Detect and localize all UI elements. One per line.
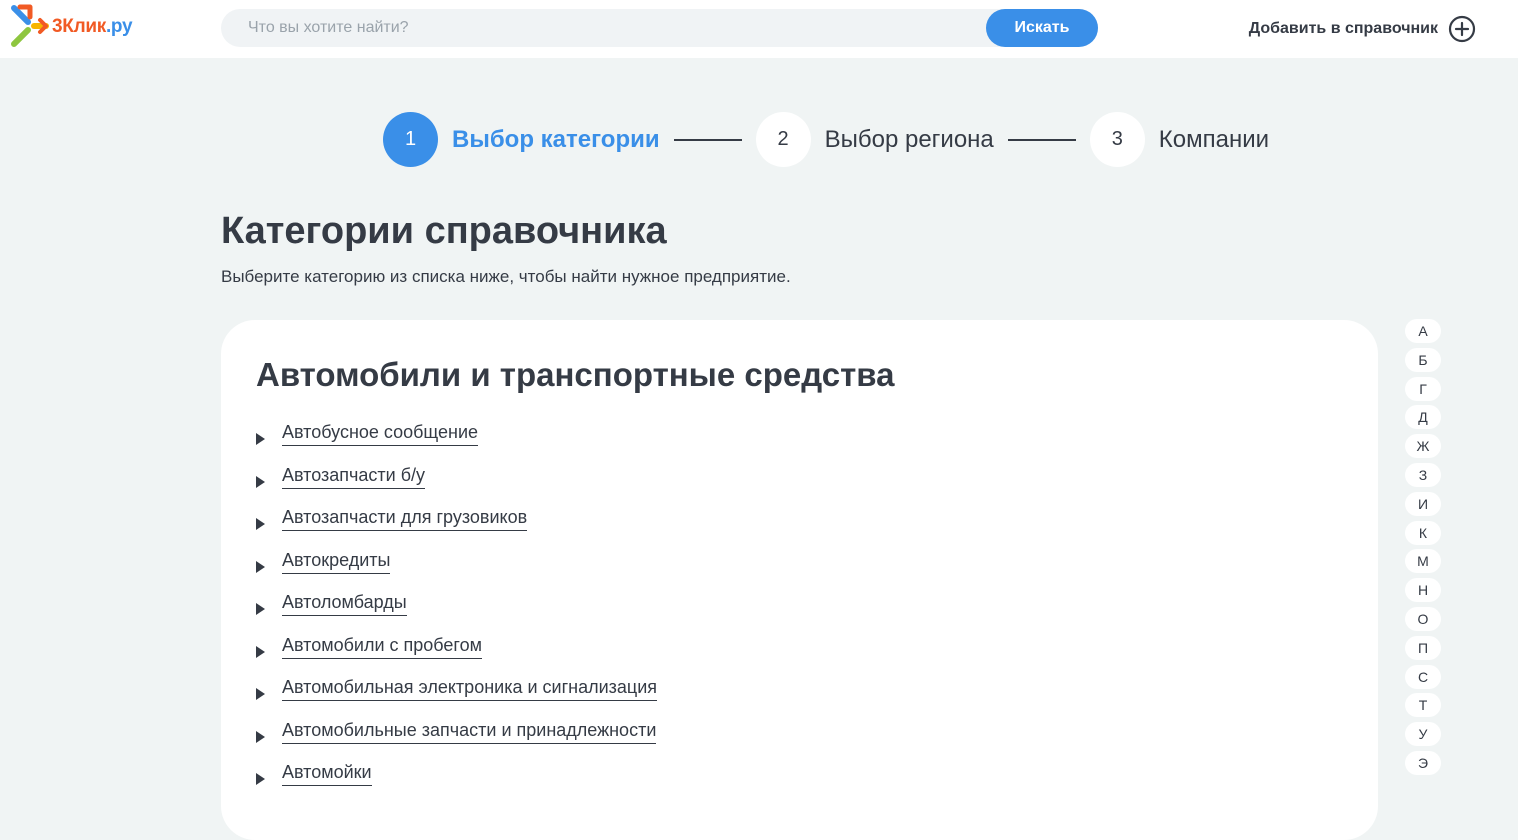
- triangle-right-icon: [256, 688, 265, 700]
- category-link[interactable]: Автомойки: [282, 762, 372, 786]
- add-to-directory-link[interactable]: Добавить в справочник: [1249, 14, 1476, 44]
- arrows-logo-icon: [11, 4, 49, 47]
- search-bar: Искать: [221, 9, 1098, 47]
- page-title: Категории справочника: [221, 210, 667, 252]
- triangle-right-icon: [256, 645, 265, 658]
- category-link[interactable]: Автозапчасти для грузовиков: [282, 507, 528, 531]
- triangle-right-icon: [256, 730, 265, 743]
- alphabet-letter[interactable]: А: [1405, 319, 1441, 343]
- category-link[interactable]: Автомобили с пробегом: [282, 635, 482, 659]
- alphabet-letter[interactable]: К: [1405, 520, 1441, 545]
- list-item: Автобусное сообщение: [256, 422, 657, 465]
- alphabet-letter[interactable]: С: [1405, 664, 1441, 689]
- alphabet-letter[interactable]: Г: [1405, 376, 1441, 401]
- step-2-number[interactable]: 2: [755, 112, 811, 167]
- step-3-label[interactable]: Компании: [1159, 126, 1269, 154]
- alphabet-letter[interactable]: О: [1405, 606, 1441, 631]
- category-link[interactable]: Автозапчасти б/у: [282, 465, 426, 489]
- category-link[interactable]: Автоломбарды: [282, 592, 407, 616]
- alphabet-letter[interactable]: Д: [1405, 405, 1441, 430]
- step-connector: [1007, 138, 1076, 141]
- step-1-label[interactable]: Выбор категории: [452, 126, 660, 154]
- plus-circle-icon: [1448, 15, 1476, 43]
- alphabet-letter[interactable]: Б: [1405, 347, 1441, 372]
- category-group-title: Автомобили и транспортные средства: [256, 356, 895, 393]
- alphabet-letter[interactable]: И: [1405, 491, 1441, 516]
- step-1-number[interactable]: 1: [383, 112, 438, 167]
- page-subtitle: Выберите категорию из списка ниже, чтобы…: [221, 267, 791, 286]
- category-link[interactable]: Автомобильные запчасти и принадлежности: [282, 720, 657, 744]
- alphabet-letter[interactable]: З: [1405, 462, 1441, 487]
- alphabet-letter[interactable]: М: [1405, 549, 1441, 574]
- triangle-right-icon: [256, 773, 265, 785]
- logo-text-domain: .ру: [105, 16, 133, 37]
- alphabet-index: А Б Г Д Ж З И К М Н О П С Т У Э: [1405, 319, 1441, 780]
- search-input[interactable]: [221, 9, 986, 47]
- search-button[interactable]: Искать: [986, 9, 1098, 47]
- triangle-right-icon: [256, 560, 265, 573]
- category-link[interactable]: Автомобильная электроника и сигнализация: [282, 677, 658, 701]
- list-item: Автомойки: [256, 762, 657, 805]
- category-card: Автомобили и транспортные средства Автоб…: [221, 320, 1378, 840]
- alphabet-letter[interactable]: Т: [1405, 693, 1441, 718]
- alphabet-letter[interactable]: Э: [1405, 750, 1441, 775]
- list-item: Автоломбарды: [256, 592, 657, 635]
- step-2-label[interactable]: Выбор региона: [825, 126, 994, 154]
- triangle-right-icon: [256, 603, 265, 615]
- list-item: Автозапчасти б/у: [256, 465, 657, 508]
- list-item: Автомобильная электроника и сигнализация: [256, 677, 658, 720]
- alphabet-letter[interactable]: Н: [1405, 578, 1441, 603]
- alphabet-letter[interactable]: У: [1405, 722, 1441, 747]
- logo-text-main: 3Клик: [52, 16, 106, 37]
- list-item: Автокредиты: [256, 550, 657, 593]
- alphabet-letter[interactable]: П: [1405, 635, 1441, 660]
- list-item: Автомобили с пробегом: [256, 635, 657, 678]
- site-logo[interactable]: 3Клик.ру: [10, 4, 170, 48]
- category-link[interactable]: Автобусное сообщение: [282, 422, 479, 446]
- logo-text: 3Клик.ру: [52, 16, 133, 38]
- stepper: 1 Выбор категории 2 Выбор региона 3 Комп…: [383, 112, 1269, 167]
- header: 3Клик.ру Искать Добавить в справочник: [0, 0, 1518, 58]
- step-connector: [673, 138, 742, 141]
- alphabet-letter[interactable]: Ж: [1405, 434, 1441, 459]
- category-link[interactable]: Автокредиты: [282, 550, 391, 574]
- triangle-right-icon: [256, 518, 265, 530]
- category-list: Автобусное сообщение Автозапчасти б/у Ав…: [256, 422, 658, 805]
- list-item: Автомобильные запчасти и принадлежности: [256, 720, 657, 763]
- step-3-number[interactable]: 3: [1089, 112, 1145, 167]
- triangle-right-icon: [256, 475, 265, 488]
- add-to-directory-label: Добавить в справочник: [1248, 20, 1438, 37]
- list-item: Автозапчасти для грузовиков: [256, 507, 657, 550]
- triangle-right-icon: [256, 433, 265, 445]
